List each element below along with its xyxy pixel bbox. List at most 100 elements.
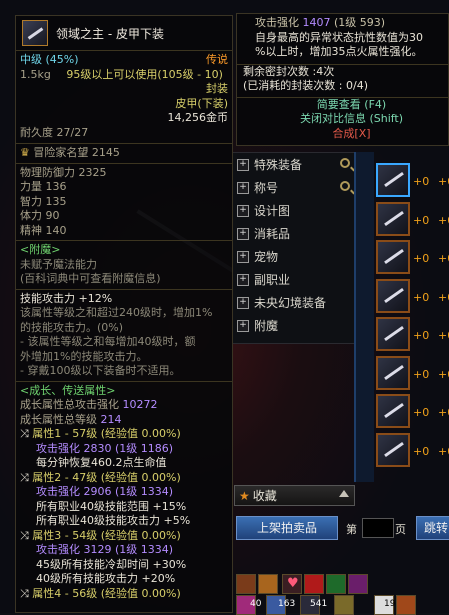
item-count-3: 541 — [310, 599, 328, 609]
stat-line: 精神 140 — [20, 223, 67, 237]
attribute-effect: 所有职业40级技能攻击力 +5% — [36, 514, 191, 527]
category-label: 消耗品 — [254, 227, 291, 241]
collection-dropdown[interactable]: ★ 收藏 — [234, 485, 355, 506]
attribute-atk: 攻击强化 2906 (1级 1334) — [36, 485, 174, 498]
item-slot-6[interactable] — [396, 595, 416, 615]
enhance-level: +0 — [413, 444, 430, 458]
category-label: 宠物 — [254, 250, 279, 264]
buff-icon-1[interactable] — [236, 574, 256, 594]
attribute-atk: 攻击强化 3129 (1级 1334) — [36, 543, 174, 556]
equipment-slot[interactable] — [376, 317, 410, 351]
shuffle-icon: ⤨ — [20, 427, 33, 440]
enhance-level: +0 — [413, 290, 430, 304]
expand-plus-icon: + — [237, 204, 249, 217]
equipment-slot[interactable] — [376, 278, 410, 313]
stat-line: 体力 90 — [20, 209, 60, 222]
effect-line-1: 自身最高的异常状态抗性数值为30 — [255, 30, 423, 44]
attribute-title-row: ⤨ 属性2 - 47级 (经验值 0.00%) — [16, 471, 232, 486]
category-item[interactable]: + 宠物 — [233, 245, 354, 268]
item-weight: 1.5kg — [20, 67, 51, 81]
skill-desc-line: - 该属性等级之和每增加40级时，额 — [20, 335, 196, 348]
category-item[interactable]: + 副职业 — [233, 268, 354, 291]
buff-icon-2[interactable] — [258, 574, 278, 594]
equipment-slot[interactable] — [376, 355, 410, 390]
item-tooltip: 领域之主 - 皮甲下装 中级 (45%) 传说 1.5kg 95级以上可以使用(… — [15, 15, 233, 613]
skill-desc-line: 外增加1%的技能攻击力。 — [20, 349, 148, 363]
category-item[interactable]: + 设计图 — [233, 199, 354, 222]
collection-label: 收藏 — [252, 489, 277, 503]
item-count-4: 19 — [384, 599, 396, 609]
item-rarity: 传说 — [206, 53, 228, 66]
attribute-title: 属性2 - 47级 (经验值 0.00%) — [32, 470, 181, 484]
close-compare-link[interactable]: 关闭对比信息 (Shift) — [237, 112, 448, 127]
growth-total-lv: 214 — [100, 412, 122, 426]
expand-plus-icon: + — [237, 181, 249, 194]
skill-desc-line: 的技能攻击力。(0%) — [20, 320, 124, 334]
equipment-slot[interactable] — [376, 394, 410, 428]
attribute-tooltip: 攻击强化 1407 (1级 593) 自身最高的异常状态抗性数值为30 %以上时… — [236, 13, 449, 146]
enchant-line-1: 未赋予魔法能力 — [20, 257, 97, 271]
reinforce-level: +0 — [438, 444, 449, 458]
shuffle-icon: ⤨ — [20, 528, 33, 542]
category-item[interactable]: + 称号 — [233, 176, 354, 199]
potion-icon[interactable] — [304, 574, 324, 594]
compose-link[interactable]: 合成[X] — [237, 127, 448, 142]
magic-icon[interactable] — [348, 574, 368, 594]
category-item[interactable]: + 消耗品 — [233, 222, 354, 245]
enhance-level: +0 — [413, 252, 430, 265]
category-item[interactable]: + 附魔 — [233, 314, 354, 337]
growth-total-atk: 10272 — [122, 398, 158, 411]
enhance-level: +0 — [413, 406, 430, 419]
attribute-title-row: ⤨ 属性4 - 56级 (经验值 0.00%) — [16, 587, 232, 602]
reinforce-level: +0 — [438, 252, 449, 265]
category-item[interactable]: + 未央幻境装备 — [233, 291, 354, 314]
brief-view-link[interactable]: 简要查看 (F4) — [237, 98, 448, 113]
attribute-effect: 所有职业40级技能范围 +15% — [36, 499, 187, 513]
shuffle-icon: ⤨ — [20, 586, 33, 600]
category-label: 特殊装备 — [254, 158, 303, 172]
attribute-effect: 每分钟恢复460.2点生命值 — [36, 456, 167, 469]
item-sealed: 封装 — [206, 82, 228, 95]
equipment-slot[interactable] — [376, 201, 410, 236]
attribute-title-row: ⤨ 属性1 - 57级 (经验值 0.00%) — [16, 427, 232, 442]
item-icon — [22, 20, 48, 46]
reinforce-level: +0 — [438, 290, 449, 304]
item-stats: 物理防御力 2325 力量 136 智力 135 体力 90 精神 140 — [16, 164, 232, 241]
seal-remain: 剩余密封次数 :4次 — [243, 64, 335, 78]
search-icon[interactable] — [340, 181, 350, 191]
expand-plus-icon: + — [237, 227, 249, 240]
jump-button[interactable]: 跳转 — [416, 516, 449, 540]
list-auction-button[interactable]: 上架拍卖品 — [236, 516, 338, 540]
equipment-slot[interactable] — [376, 163, 410, 197]
adventure-fame: 冒险家名望 2145 — [33, 146, 120, 159]
reinforce-level: +0 — [438, 367, 449, 381]
item-type: 皮甲(下装) — [175, 96, 228, 110]
enhance-level: +0 — [413, 175, 430, 188]
sword-skill-icon[interactable] — [326, 574, 346, 594]
attribute-title-row: ⤨ 属性3 - 54级 (经验值 0.00%) — [16, 529, 232, 544]
growth-title: <成长、传送属性> — [20, 383, 116, 397]
growth-section: <成长、传送属性> 成长属性总攻击强化 10272 成长属性总等级 214 ⤨ … — [16, 382, 232, 604]
item-slot-4[interactable] — [334, 595, 354, 615]
attribute-effect: 40级所有技能攻击力 +20% — [36, 572, 176, 585]
category-label: 未央幻境装备 — [254, 296, 327, 310]
category-label: 副职业 — [254, 273, 291, 287]
skill-desc-line: - 穿戴100级以下装备时不适用。 — [20, 364, 181, 377]
shuffle-icon: ⤨ — [20, 470, 33, 484]
search-icon[interactable] — [340, 158, 350, 168]
caret-up-icon — [339, 490, 349, 497]
star-icon: ★ — [239, 488, 250, 503]
equipment-slot[interactable] — [376, 432, 410, 467]
stat-line: 物理防御力 2325 — [20, 165, 107, 179]
item-count-1: 40 — [250, 599, 262, 609]
stat-line: 力量 136 — [20, 180, 67, 193]
heart-icon[interactable]: ♥ — [282, 574, 302, 594]
reinforce-level: +0 — [438, 213, 449, 227]
enchant-title: <附魔> — [20, 243, 61, 256]
page-input[interactable] — [362, 518, 394, 538]
category-item[interactable]: + 特殊装备 — [233, 153, 354, 176]
equipment-slot[interactable] — [376, 240, 410, 274]
reinforce-level: +0 — [438, 406, 449, 419]
seal-used: (已消耗的封装次数 : 0/4) — [243, 79, 368, 92]
attribute-title: 属性3 - 54级 (经验值 0.00%) — [32, 528, 181, 542]
